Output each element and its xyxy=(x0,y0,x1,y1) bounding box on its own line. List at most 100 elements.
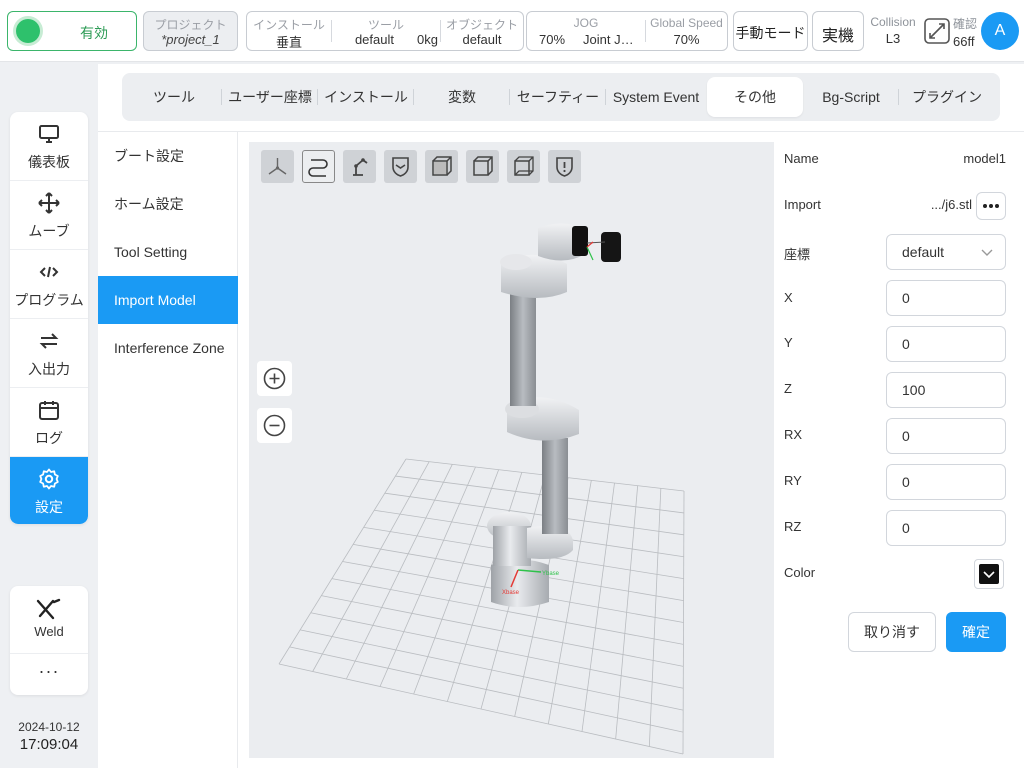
import-model-form: Name model1 Import .../j6.stl 座標 default… xyxy=(774,142,1024,768)
jog-mode: Joint J… xyxy=(583,32,634,47)
import-file-value: .../j6.stl xyxy=(930,197,972,212)
floor-grid xyxy=(278,458,685,755)
global-speed-selector[interactable]: Global Speed 70% xyxy=(646,12,727,50)
tab-label: プラグイン xyxy=(912,89,982,105)
collision-level[interactable]: Collision L3 xyxy=(866,15,920,46)
tab-system-event[interactable]: System Event xyxy=(606,77,706,117)
nav-item-move[interactable]: ムーブ xyxy=(10,181,88,250)
grid-line xyxy=(300,629,684,711)
clock-date: 2024-10-12 xyxy=(18,720,80,734)
import-browse-button[interactable] xyxy=(976,192,1006,220)
3d-viewport[interactable]: Xbase Ybase xyxy=(249,142,774,758)
import-label: Import xyxy=(784,197,821,212)
coord-select[interactable]: default xyxy=(886,234,1006,270)
more-menu-button[interactable]: ··· xyxy=(10,654,88,695)
main-nav: 儀表板 ムーブ プログラム 入出力 ログ 設定 xyxy=(10,112,88,524)
project-selector[interactable]: プロジェクト *project_1 xyxy=(143,11,238,51)
nav-label-dashboard: 儀表板 xyxy=(28,154,70,170)
color-label: Color xyxy=(784,565,816,580)
rz-label: RZ xyxy=(784,519,802,534)
nav-label-io: 入出力 xyxy=(28,361,70,377)
confirm-button[interactable]: 確定 xyxy=(946,612,1006,652)
tab-safety[interactable]: セーフティー xyxy=(510,77,606,117)
tool-name: default xyxy=(354,32,394,47)
ry-field[interactable]: 0 xyxy=(886,464,1006,500)
plugin-nav: Weld ··· xyxy=(10,586,88,695)
tab-label: System Event xyxy=(612,89,700,105)
install-value: 垂直 xyxy=(275,35,302,50)
grid-line xyxy=(278,663,684,755)
nav-item-settings[interactable]: 設定 xyxy=(10,457,88,524)
swap-icon xyxy=(39,333,59,349)
project-title: プロジェクト xyxy=(154,18,227,32)
tab-label: ユーザー座標 xyxy=(228,89,312,105)
top-status-bar: 有効 プロジェクト *project_1 インストール 垂直 ツール defau… xyxy=(0,0,1024,62)
tool-selector[interactable]: ツール default 0kg xyxy=(332,12,440,50)
jog-selector[interactable]: JOG 70% Joint J… xyxy=(527,12,645,50)
color-swatch xyxy=(979,564,999,584)
confirm-value: 66ff xyxy=(953,34,975,49)
y-field[interactable]: 0 xyxy=(886,326,1006,362)
install-selector[interactable]: インストール 垂直 xyxy=(247,12,331,50)
manual-mode-label: 手動モード xyxy=(735,25,806,41)
submenu-boot-settings[interactable]: ブート設定 xyxy=(98,132,238,180)
manual-mode-button[interactable]: 手動モード xyxy=(733,11,808,51)
coord-select-value: default xyxy=(902,244,945,260)
tab-label: 変数 xyxy=(448,89,476,105)
tab-plugin[interactable]: プラグイン xyxy=(899,77,995,117)
tab-label: Bg-Script xyxy=(822,89,880,105)
x-field[interactable]: 0 xyxy=(886,280,1006,316)
clock: 2024-10-12 17:09:04 xyxy=(8,720,90,753)
tab-install[interactable]: インストール xyxy=(318,77,414,117)
robot-model xyxy=(487,223,621,607)
object-title: オブジェクト xyxy=(445,18,518,32)
move-arrows-icon xyxy=(38,192,60,214)
nav-item-program[interactable]: プログラム xyxy=(10,250,88,319)
grid-line xyxy=(289,646,684,733)
code-icon xyxy=(39,266,59,278)
confirm-title: 確認 xyxy=(953,17,978,31)
tab-tool[interactable]: ツール xyxy=(126,77,222,117)
other-settings-menu: ブート設定 ホーム設定 Tool Setting Import Model In… xyxy=(98,132,238,768)
x-base-label: Xbase xyxy=(502,590,520,596)
tool-title: ツール xyxy=(367,18,404,32)
tab-bg-script[interactable]: Bg-Script xyxy=(803,77,899,117)
tab-variables[interactable]: 変数 xyxy=(414,77,510,117)
tab-label: セーフティー xyxy=(516,89,600,105)
tab-other[interactable]: その他 xyxy=(707,77,803,117)
submenu-tool-setting[interactable]: Tool Setting xyxy=(98,228,238,276)
nav-item-dashboard[interactable]: 儀表板 xyxy=(10,112,88,181)
more-horizontal-icon xyxy=(983,204,999,208)
rx-field[interactable]: 0 xyxy=(886,418,1006,454)
color-picker[interactable] xyxy=(974,559,1004,589)
z-label: Z xyxy=(784,381,792,396)
cancel-button[interactable]: 取り消す xyxy=(848,612,936,652)
nav-item-io[interactable]: 入出力 xyxy=(10,319,88,388)
collision-title: Collision xyxy=(870,15,916,29)
grid-line xyxy=(321,595,684,667)
tool-payload: 0kg xyxy=(417,32,438,47)
submenu-import-model[interactable]: Import Model xyxy=(98,276,238,324)
enable-toggle[interactable]: 有効 xyxy=(7,11,137,51)
object-selector[interactable]: オブジェクト default xyxy=(441,12,523,50)
user-avatar[interactable]: A xyxy=(981,12,1019,50)
nav-item-log[interactable]: ログ xyxy=(10,388,88,457)
jog-title: JOG xyxy=(573,16,599,30)
submenu-home-settings[interactable]: ホーム設定 xyxy=(98,180,238,228)
global-speed-title: Global Speed xyxy=(650,16,723,30)
expand-icon[interactable] xyxy=(923,17,951,45)
tab-user-coordinates[interactable]: ユーザー座標 xyxy=(222,77,318,117)
real-robot-label: 実機 xyxy=(821,28,854,45)
install-title: インストール xyxy=(253,18,325,32)
rz-field[interactable]: 0 xyxy=(886,510,1006,546)
chevron-down-icon xyxy=(981,249,993,256)
submenu-interference-zone[interactable]: Interference Zone xyxy=(98,324,238,372)
nav-item-weld[interactable]: Weld xyxy=(10,586,88,654)
z-field[interactable]: 100 xyxy=(886,372,1006,408)
chevron-down-icon xyxy=(983,571,995,579)
real-robot-button[interactable]: 実機 xyxy=(812,11,864,51)
nav-label-program: プログラム xyxy=(14,292,84,308)
gear-icon xyxy=(39,468,59,490)
name-label: Name xyxy=(784,151,819,166)
rx-label: RX xyxy=(784,427,803,442)
